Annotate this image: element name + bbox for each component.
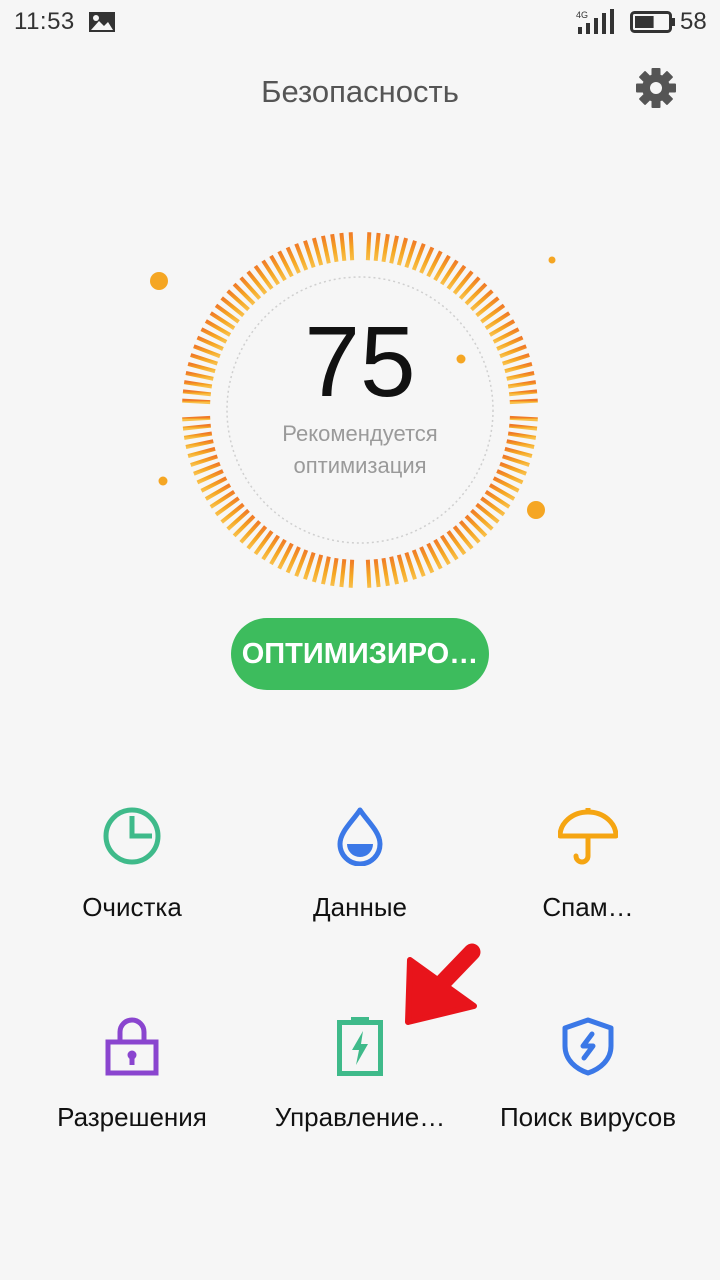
- status-bar: 11:53 4G 58: [0, 0, 720, 44]
- umbrella-icon: [558, 808, 618, 865]
- battery-charge-icon: [337, 1017, 383, 1076]
- ring-tick: [365, 559, 372, 588]
- score-caption-line2: оптимизация: [293, 453, 427, 478]
- ring-tick: [182, 415, 211, 422]
- feature-virus-scan-label: Поиск вирусов: [499, 1102, 677, 1132]
- feature-data[interactable]: Данные: [250, 806, 470, 986]
- page-title: Безопасность: [261, 74, 459, 109]
- decor-dot: [527, 501, 545, 519]
- water-drop-icon: [337, 807, 383, 866]
- ring-tick: [330, 233, 339, 263]
- ring-tick: [303, 552, 316, 580]
- ring-tick: [311, 237, 324, 266]
- ring-tick: [396, 237, 409, 266]
- ring-tick: [339, 558, 347, 588]
- gear-icon[interactable]: [634, 66, 678, 110]
- signal-icon: 4G: [576, 9, 614, 34]
- ring-tick: [365, 232, 372, 261]
- ring-tick: [389, 556, 399, 585]
- ring-tick: [509, 415, 538, 422]
- ring-tick: [330, 557, 339, 587]
- ring-tick: [381, 557, 390, 587]
- security-score: 75: [304, 306, 416, 418]
- image-notification-icon: [89, 12, 115, 32]
- ring-tick: [303, 240, 316, 268]
- feature-battery-label: Управление…: [274, 1102, 446, 1132]
- ring-tick: [311, 554, 324, 583]
- ring-tick: [381, 233, 390, 263]
- ring-tick: [507, 431, 537, 440]
- decor-dot: [548, 256, 556, 264]
- ring-tick: [348, 559, 355, 588]
- ring-tick: [182, 423, 212, 431]
- score-caption-line1: Рекомендуется: [282, 421, 438, 446]
- feature-spam[interactable]: Спам…: [478, 806, 698, 986]
- feature-permissions[interactable]: Разрешения: [22, 1016, 242, 1196]
- status-time: 11:53: [14, 8, 75, 35]
- feature-battery[interactable]: Управление…: [250, 1016, 470, 1196]
- ring-tick: [348, 232, 355, 261]
- ring-tick: [506, 439, 535, 449]
- feature-virus-scan[interactable]: Поиск вирусов: [478, 1016, 698, 1196]
- feature-data-label: Данные: [313, 892, 407, 922]
- ring-tick: [404, 552, 417, 580]
- ring-tick: [321, 235, 331, 264]
- battery-icon: [630, 11, 675, 33]
- decor-dot: [158, 476, 168, 486]
- ring-tick: [389, 235, 399, 264]
- optimize-button[interactable]: ОПТИМИЗИРО…: [231, 618, 489, 690]
- network-type: 4G: [576, 10, 588, 20]
- ring-tick: [339, 232, 347, 262]
- feature-permissions-label: Разрешения: [57, 1102, 207, 1132]
- ring-tick: [396, 554, 409, 583]
- ring-tick: [508, 423, 538, 431]
- shield-icon: [562, 1017, 614, 1076]
- feature-spam-label: Спам…: [542, 892, 634, 922]
- feature-cleanup[interactable]: Очистка: [22, 806, 242, 986]
- lock-icon: [105, 1017, 159, 1076]
- ring-tick: [321, 556, 331, 585]
- ring-tick: [373, 232, 381, 262]
- decor-dot: [150, 272, 168, 290]
- ring-tick: [404, 240, 417, 268]
- score-caption: Рекомендуется оптимизация: [210, 418, 510, 482]
- pie-clock-icon: [103, 807, 161, 865]
- feature-cleanup-label: Очистка: [82, 892, 182, 922]
- battery-level: 58: [680, 8, 707, 35]
- ring-tick: [373, 558, 381, 588]
- ring-tick: [183, 431, 213, 440]
